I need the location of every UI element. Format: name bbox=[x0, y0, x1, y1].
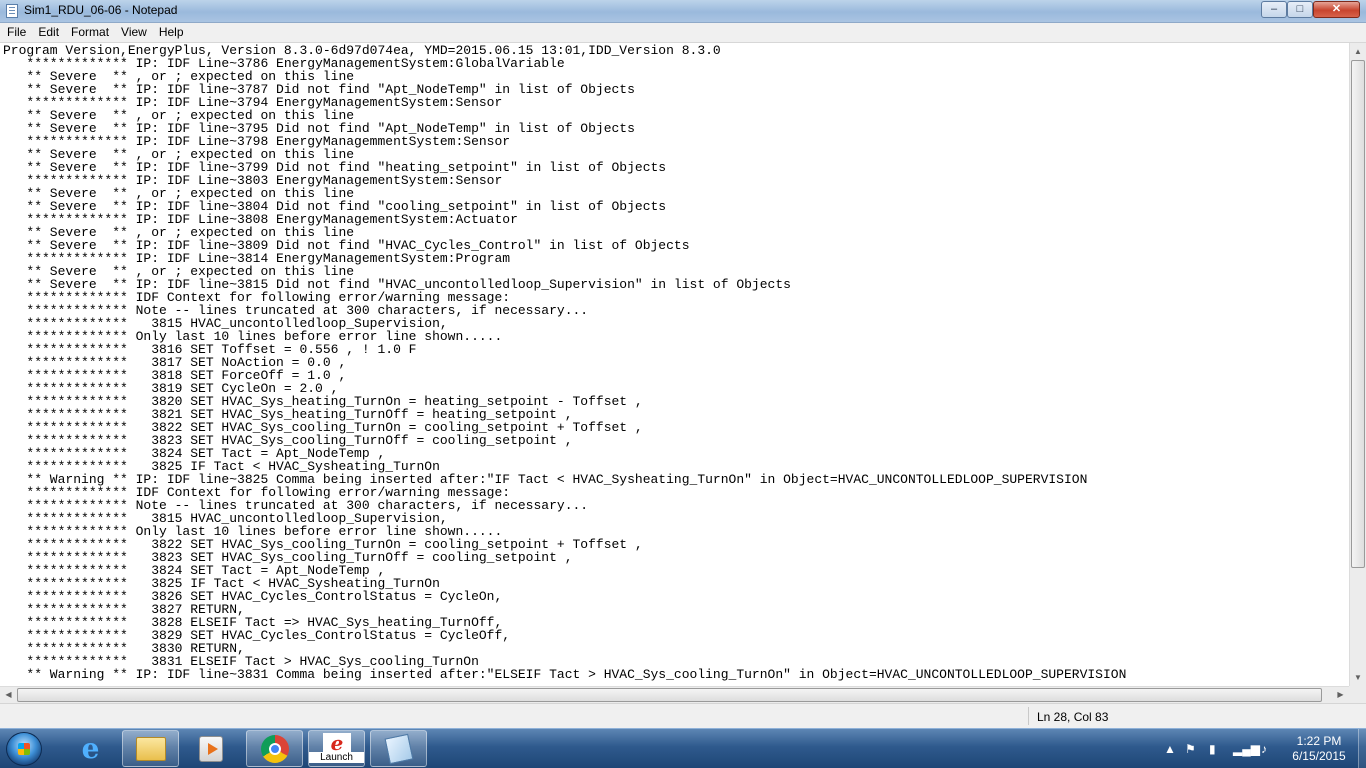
scroll-up-arrow-icon[interactable]: ▲ bbox=[1350, 43, 1366, 60]
menu-edit[interactable]: Edit bbox=[31, 23, 64, 42]
media-player-icon bbox=[198, 735, 223, 762]
vertical-scrollbar[interactable]: ▲ ▼ bbox=[1349, 43, 1366, 686]
launch-icon: e bbox=[323, 733, 351, 753]
status-divider bbox=[1028, 707, 1029, 725]
text-editor[interactable]: Program Version,EnergyPlus, Version 8.3.… bbox=[0, 43, 1349, 686]
maximize-button[interactable]: □ bbox=[1287, 1, 1313, 18]
network-signal-icon[interactable]: ▂▄▆ bbox=[1233, 742, 1260, 756]
ie-icon: e bbox=[81, 731, 100, 765]
cursor-position: Ln 28, Col 83 bbox=[1037, 710, 1109, 724]
scroll-left-arrow-icon[interactable]: ◀ bbox=[0, 687, 17, 703]
system-clock[interactable]: 1:22 PM 6/15/2015 bbox=[1283, 734, 1355, 764]
show-hidden-icons-icon[interactable]: ▲ bbox=[1164, 742, 1176, 756]
chrome-icon bbox=[260, 734, 289, 763]
horizontal-scrollbar[interactable]: ◀ ▶ bbox=[0, 686, 1349, 703]
horizontal-scroll-thumb[interactable] bbox=[17, 688, 1322, 702]
window-title: Sim1_RDU_06-06 - Notepad bbox=[24, 3, 178, 17]
status-bar: Ln 28, Col 83 bbox=[0, 703, 1366, 728]
notepad-icon bbox=[384, 733, 413, 764]
start-button[interactable] bbox=[6, 732, 42, 766]
taskbar: e e Launch ▲ ⚑ ▮ ▂▄▆ ♪ 1:22 PM 6/15/2015 bbox=[0, 728, 1366, 768]
scroll-right-arrow-icon[interactable]: ▶ bbox=[1332, 687, 1349, 703]
menu-file[interactable]: File bbox=[0, 23, 31, 42]
taskbar-internet-explorer[interactable]: e bbox=[62, 730, 119, 767]
title-bar: Sim1_RDU_06-06 - Notepad – □ ✕ bbox=[0, 0, 1366, 23]
menu-view[interactable]: View bbox=[114, 23, 152, 42]
editor-content[interactable]: Program Version,EnergyPlus, Version 8.3.… bbox=[0, 43, 1349, 681]
volume-icon[interactable]: ♪ bbox=[1261, 742, 1267, 756]
launch-label: Launch bbox=[309, 752, 364, 763]
notepad-app-icon[interactable] bbox=[6, 4, 18, 18]
show-desktop-button[interactable] bbox=[1358, 729, 1366, 768]
taskbar-media-player[interactable] bbox=[182, 730, 239, 767]
taskbar-chrome[interactable] bbox=[246, 730, 303, 767]
menu-help[interactable]: Help bbox=[152, 23, 189, 42]
scrollbar-corner bbox=[1349, 686, 1366, 703]
taskbar-launch[interactable]: e Launch bbox=[308, 730, 365, 767]
action-center-flag-icon[interactable]: ⚑ bbox=[1185, 742, 1196, 756]
menu-bar: File Edit Format View Help bbox=[0, 23, 1366, 43]
vertical-scroll-thumb[interactable] bbox=[1351, 60, 1365, 568]
clock-date: 6/15/2015 bbox=[1292, 749, 1346, 763]
folder-icon bbox=[135, 736, 166, 761]
power-icon[interactable]: ▮ bbox=[1209, 742, 1216, 756]
clock-time: 1:22 PM bbox=[1296, 734, 1342, 748]
taskbar-notepad[interactable] bbox=[370, 730, 427, 767]
scroll-down-arrow-icon[interactable]: ▼ bbox=[1350, 669, 1366, 686]
taskbar-windows-explorer[interactable] bbox=[122, 730, 179, 767]
close-button[interactable]: ✕ bbox=[1313, 1, 1360, 18]
menu-format[interactable]: Format bbox=[64, 23, 114, 42]
minimize-button[interactable]: – bbox=[1261, 1, 1287, 18]
